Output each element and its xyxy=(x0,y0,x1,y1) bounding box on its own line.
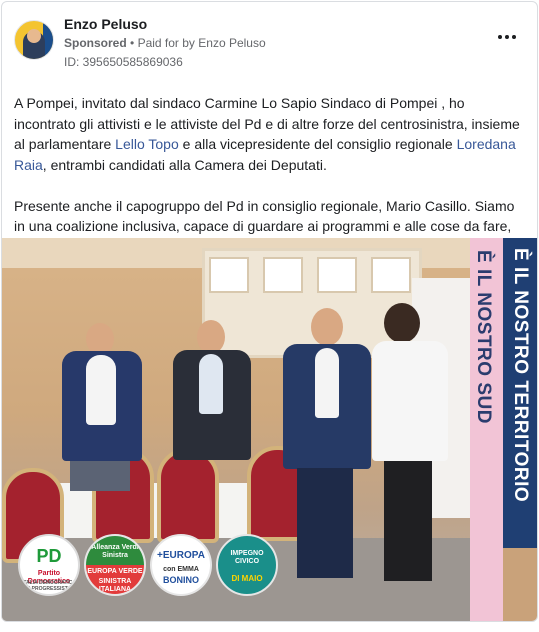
post-image[interactable]: È IL NOSTRO SUD È IL NOSTRO TERRITORIO P… xyxy=(2,238,537,621)
sponsored-post-card: Enzo Peluso Sponsored • Paid for by Enzo… xyxy=(1,1,538,622)
sponsored-label: Sponsored xyxy=(64,36,127,50)
avs-logo: Alleanza Verdi Sinistra EUROPA VERDE SIN… xyxy=(84,534,146,596)
paid-for-prefix: Paid for by xyxy=(137,36,195,50)
impegno-civico-logo: IMPEGNO CIVICO DI MAIO xyxy=(216,534,278,596)
sponsored-line: Sponsored • Paid for by Enzo Peluso xyxy=(64,36,266,50)
separator: • xyxy=(130,36,135,50)
author-name[interactable]: Enzo Peluso xyxy=(64,16,147,32)
ad-id: ID: 395650585869036 xyxy=(64,55,183,69)
post-paragraph-1: A Pompei, invitato dal sindaco Carmine L… xyxy=(14,95,520,173)
piu-europa-logo: +EUROPA con EMMA BONINO xyxy=(150,534,212,596)
party-logos: PD Partito Democratico ITALIA DEMOCRATIC… xyxy=(14,534,284,602)
banner-slogan-sud: È IL NOSTRO SUD xyxy=(473,250,494,424)
mention-link-lello-topo[interactable]: Lello Topo xyxy=(115,136,179,152)
pd-logo: PD Partito Democratico ITALIA DEMOCRATIC… xyxy=(18,534,80,596)
author-avatar[interactable] xyxy=(14,20,54,60)
banner-slogan-territorio: È IL NOSTRO TERRITORIO xyxy=(510,248,531,503)
paid-for-by-name: Enzo Peluso xyxy=(198,36,266,50)
post-header: Enzo Peluso Sponsored • Paid for by Enzo… xyxy=(2,2,537,80)
more-options-icon[interactable] xyxy=(497,30,517,44)
